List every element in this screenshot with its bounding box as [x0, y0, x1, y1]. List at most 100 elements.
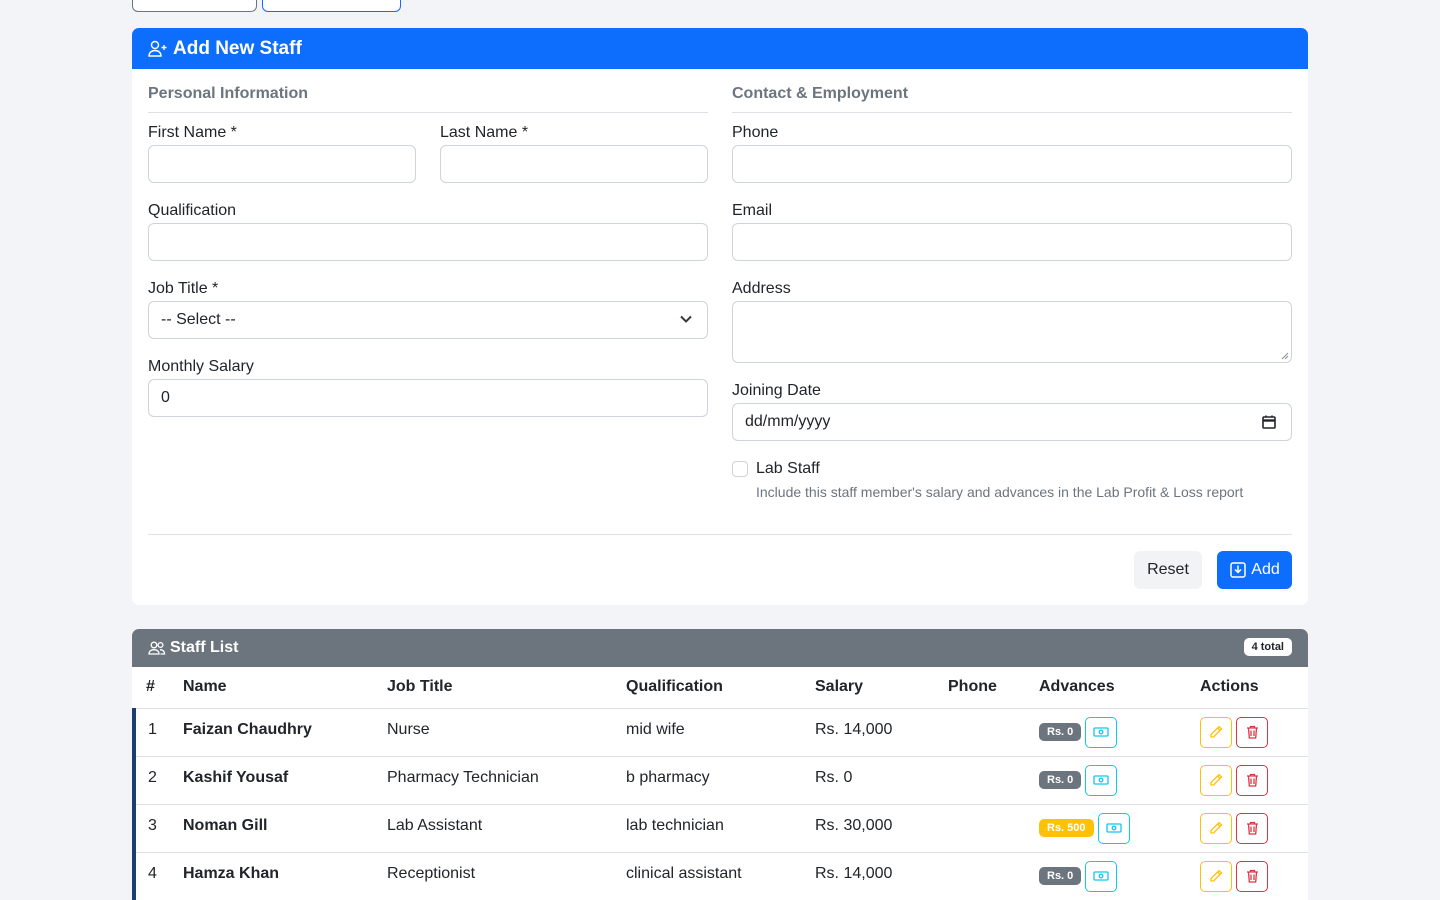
address-label: Address	[732, 280, 791, 297]
trash-icon	[1246, 773, 1258, 787]
edit-button[interactable]	[1200, 812, 1232, 844]
last-name-label: Last Name *	[440, 124, 529, 141]
staff-name: Noman Gill	[183, 804, 387, 853]
advance-badge: Rs. 0	[1039, 771, 1082, 789]
pencil-icon	[1210, 773, 1223, 786]
monthly-salary-input[interactable]: 0	[148, 379, 708, 417]
staff-qualification: b pharmacy	[626, 756, 815, 805]
staff-phone	[948, 708, 1039, 757]
edit-button[interactable]	[1200, 860, 1232, 892]
pencil-icon	[1210, 821, 1223, 834]
col-header-phone: Phone	[948, 667, 1039, 709]
joining-date-label: Joining Date	[732, 382, 821, 399]
table-row: 1 Faizan Chaudhry Nurse mid wife Rs. 14,…	[132, 708, 1308, 757]
cash-icon	[1093, 727, 1109, 737]
phone-input[interactable]	[732, 145, 1292, 183]
staff-table: # Name Job Title Qualification Salary Ph…	[132, 667, 1308, 900]
total-count-badge: 4 total	[1243, 638, 1292, 656]
save-icon	[1230, 562, 1247, 578]
monthly-salary-label: Monthly Salary	[148, 358, 254, 375]
advance-badge: Rs. 0	[1039, 867, 1082, 885]
qualification-label: Qualification	[148, 202, 237, 219]
last-name-input[interactable]	[440, 145, 708, 183]
pencil-icon	[1210, 725, 1223, 738]
row-number: 2	[132, 756, 183, 805]
job-title-value: -- Select --	[161, 311, 236, 328]
person-add-icon	[148, 40, 167, 57]
staff-salary: Rs. 14,000	[815, 708, 948, 757]
address-textarea[interactable]	[732, 301, 1292, 363]
staff-phone	[948, 852, 1039, 900]
lab-staff-label: Lab Staff	[756, 460, 820, 477]
col-header-qualification: Qualification	[626, 667, 815, 709]
staff-name: Kashif Yousaf	[183, 756, 387, 805]
joining-date-value: dd/mm/yyyy	[745, 413, 831, 430]
staff-list-card: Staff List 4 total # Name Job Title Qual…	[132, 629, 1308, 900]
staff-salary: Rs. 0	[815, 756, 948, 805]
actions-cell	[1200, 852, 1308, 900]
col-header-name: Name	[183, 667, 387, 709]
advance-button[interactable]	[1085, 764, 1118, 796]
col-header-job-title: Job Title	[387, 667, 626, 709]
people-icon	[148, 641, 166, 655]
pencil-icon	[1210, 869, 1223, 882]
staff-qualification: mid wife	[626, 708, 815, 757]
reset-button[interactable]: Reset	[1134, 551, 1202, 589]
add-button[interactable]: Add	[1217, 551, 1292, 589]
resize-handle-icon[interactable]	[1281, 352, 1289, 360]
staff-salary: Rs. 30,000	[815, 804, 948, 853]
top-nav-button-1[interactable]	[132, 0, 257, 12]
edit-button[interactable]	[1200, 716, 1232, 748]
calendar-icon[interactable]	[1261, 414, 1277, 430]
advance-button[interactable]	[1085, 716, 1118, 748]
trash-icon	[1246, 869, 1258, 883]
actions-cell	[1200, 804, 1308, 853]
top-nav-button-2[interactable]	[262, 0, 401, 12]
advance-button[interactable]	[1085, 860, 1118, 892]
advances-cell: Rs. 500	[1039, 804, 1200, 853]
form-footer-divider	[148, 534, 1292, 535]
form-title: Add New Staff	[173, 37, 302, 59]
staff-qualification: clinical assistant	[626, 852, 815, 900]
add-staff-card: Add New Staff Personal Information First…	[132, 28, 1308, 605]
staff-name: Hamza Khan	[183, 852, 387, 900]
row-number: 1	[132, 708, 183, 757]
col-header-actions: Actions	[1200, 667, 1308, 709]
qualification-input[interactable]	[148, 223, 708, 261]
delete-button[interactable]	[1236, 860, 1268, 892]
cash-icon	[1093, 775, 1109, 785]
edit-button[interactable]	[1200, 764, 1232, 796]
contact-section-title: Contact & Employment	[732, 85, 909, 102]
staff-job-title: Pharmacy Technician	[387, 756, 626, 805]
advance-button[interactable]	[1097, 812, 1130, 844]
staff-list-title: Staff List	[170, 639, 239, 656]
col-header-advances: Advances	[1039, 667, 1200, 709]
lab-staff-checkbox[interactable]	[732, 461, 748, 477]
advances-cell: Rs. 0	[1039, 708, 1200, 757]
staff-phone	[948, 756, 1039, 805]
joining-date-input[interactable]: dd/mm/yyyy	[732, 403, 1292, 441]
email-input[interactable]	[732, 223, 1292, 261]
contact-section-rule	[732, 112, 1292, 113]
first-name-label: First Name *	[148, 124, 237, 141]
first-name-input[interactable]	[148, 145, 416, 183]
table-row: 4 Hamza Khan Receptionist clinical assis…	[132, 852, 1308, 900]
table-row: 3 Noman Gill Lab Assistant lab technicia…	[132, 804, 1308, 853]
staff-name: Faizan Chaudhry	[183, 708, 387, 757]
chevron-down-icon	[680, 315, 692, 323]
job-title-select[interactable]: -- Select --	[148, 301, 708, 339]
delete-button[interactable]	[1236, 764, 1268, 796]
delete-button[interactable]	[1236, 812, 1268, 844]
staff-job-title: Receptionist	[387, 852, 626, 900]
row-number: 3	[132, 804, 183, 853]
personal-section-rule	[148, 112, 708, 113]
staff-qualification: lab technician	[626, 804, 815, 853]
trash-icon	[1246, 821, 1258, 835]
advances-cell: Rs. 0	[1039, 852, 1200, 900]
table-header-row: # Name Job Title Qualification Salary Ph…	[134, 667, 1308, 709]
email-label: Email	[732, 202, 773, 219]
actions-cell	[1200, 756, 1308, 805]
staff-phone	[948, 804, 1039, 853]
col-header-salary: Salary	[815, 667, 948, 709]
delete-button[interactable]	[1236, 716, 1268, 748]
